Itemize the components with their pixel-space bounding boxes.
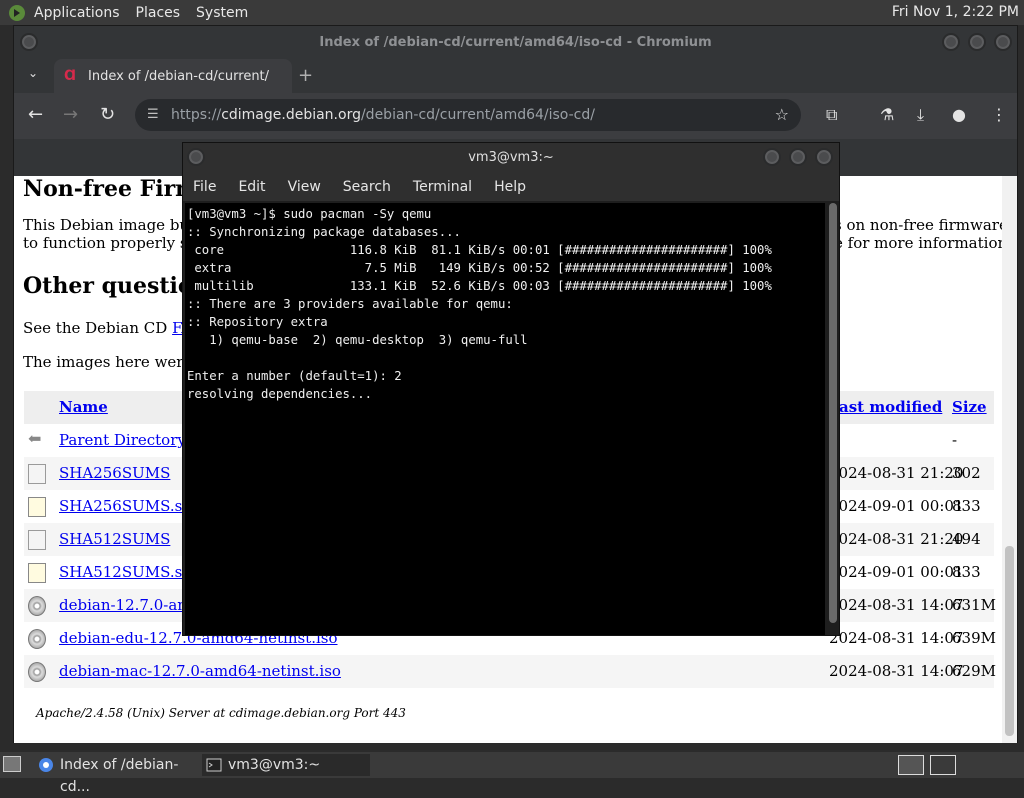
menu-search[interactable]: Search xyxy=(343,179,391,195)
url-host: cdimage.debian.org xyxy=(221,107,361,123)
kebab-menu-icon[interactable]: ⋮ xyxy=(991,105,1007,124)
taskbar-item-label: vm3@vm3:~ xyxy=(228,757,321,773)
minimize-button[interactable] xyxy=(942,33,960,51)
terminal-line: core 116.8 KiB 81.1 KiB/s 00:01 [#######… xyxy=(187,243,772,257)
disc-image-icon xyxy=(28,629,46,649)
terminal-close-button[interactable] xyxy=(815,148,833,166)
debian-favicon-icon: Ɑ xyxy=(64,68,77,84)
bottom-panel: Index of /debian-cd... vm3@vm3:~ xyxy=(0,752,1024,795)
menu-file[interactable]: File xyxy=(193,179,216,195)
top-panel: Applications Places System Fri Nov 1, 2:… xyxy=(0,0,1024,25)
terminal-line: 1) qemu-base 2) qemu-desktop 3) qemu-ful… xyxy=(187,333,528,347)
terminal-line: extra 7.5 MiB 149 KiB/s 00:52 [#########… xyxy=(187,261,772,275)
terminal-scrollbar-thumb[interactable] xyxy=(829,203,837,623)
terminal-menubar: File Edit View Search Terminal Help xyxy=(183,173,839,201)
terminal-titlebar[interactable]: vm3@vm3:~ xyxy=(183,143,839,173)
taskbar-item-browser[interactable]: Index of /debian-cd... xyxy=(34,754,202,795)
firmware-text-line1-right: s on non-free firmware xyxy=(834,216,1008,234)
see-debian-cd-text: See the Debian CD xyxy=(23,319,173,337)
menu-help[interactable]: Help xyxy=(494,179,526,195)
terminal-scrollbar[interactable] xyxy=(827,203,839,635)
labs-flask-icon[interactable]: ⚗ xyxy=(880,105,894,124)
terminal-minimize-button[interactable] xyxy=(763,148,781,166)
terminal-line: [vm3@vm3 ~]$ sudo pacman -Sy qemu xyxy=(187,207,432,221)
chromium-icon xyxy=(39,758,53,772)
terminal-line: :: Synchronizing package databases... xyxy=(187,225,461,239)
disc-image-icon xyxy=(28,662,46,682)
window-menu-button[interactable] xyxy=(20,33,38,51)
text-file-icon xyxy=(28,530,46,550)
address-bar[interactable]: ☰ https://cdimage.debian.org/debian-cd/c… xyxy=(135,99,801,131)
file-link[interactable]: SHA256SUMS xyxy=(59,464,170,482)
bookmark-star-icon[interactable]: ☆ xyxy=(775,99,789,131)
places-menu[interactable]: Places xyxy=(136,5,181,21)
menu-edit[interactable]: Edit xyxy=(238,179,265,195)
show-desktop-icon[interactable] xyxy=(3,756,21,772)
terminal-line: resolving dependencies... xyxy=(187,387,373,401)
terminal-window: vm3@vm3:~ File Edit View Search Terminal… xyxy=(182,142,840,636)
forward-arrow-icon[interactable]: → xyxy=(63,104,78,125)
firmware-text-line1: This Debian image build xyxy=(23,216,209,234)
menu-view[interactable]: View xyxy=(288,179,321,195)
terminal-line: multilib 133.1 KiB 52.6 KiB/s 00:03 [###… xyxy=(187,279,772,293)
back-arrow-icon: ⬅ xyxy=(28,429,42,448)
text-file-icon xyxy=(28,464,46,484)
close-button[interactable] xyxy=(994,33,1012,51)
tab-title: Index of /debian-cd/current/ xyxy=(88,68,270,84)
back-arrow-icon[interactable]: ← xyxy=(28,104,43,125)
terminal-line: :: There are 3 providers available for q… xyxy=(187,297,513,311)
applications-menu[interactable]: Applications xyxy=(34,5,120,21)
downloads-icon[interactable]: ⤓ xyxy=(917,105,924,125)
see-faq-text: See the Debian CD FAQ xyxy=(23,319,204,337)
listing-row: debian-mac-12.7.0-amd64-netinst.iso 2024… xyxy=(24,655,996,688)
last-modified-column-link[interactable]: ast modified xyxy=(839,398,942,416)
profile-avatar-icon[interactable]: ● xyxy=(952,105,966,124)
file-link[interactable]: debian-mac-12.7.0-amd64-netinst.iso xyxy=(59,662,341,680)
terminal-window-menu-button[interactable] xyxy=(187,148,205,166)
tab-search-chevron-icon[interactable]: ⌄ xyxy=(28,66,38,80)
page-scrollbar-thumb[interactable] xyxy=(1005,546,1014,736)
workspace-2[interactable] xyxy=(930,755,956,775)
terminal-line: :: Repository extra xyxy=(187,315,328,329)
file-link[interactable]: SHA512SUMS xyxy=(59,530,170,548)
url-path: /debian-cd/current/amd64/iso-cd/ xyxy=(360,107,595,123)
page-scrollbar[interactable] xyxy=(1002,176,1017,743)
url-scheme: https:// xyxy=(171,107,222,123)
clock[interactable]: Fri Nov 1, 2:22 PM xyxy=(892,4,1019,20)
terminal-maximize-button[interactable] xyxy=(789,148,807,166)
tab-strip: ⌄ Ɑ Index of /debian-cd/current/ + xyxy=(14,59,1017,93)
maximize-button[interactable] xyxy=(968,33,986,51)
terminal-title: vm3@vm3:~ xyxy=(468,150,554,165)
gnome-foot-icon[interactable] xyxy=(8,4,26,22)
size-column-link[interactable]: Size xyxy=(952,398,987,416)
signature-file-icon xyxy=(28,563,46,583)
browser-window-title: Index of /debian-cd/current/amd64/iso-cd… xyxy=(319,35,712,50)
browser-titlebar[interactable]: Index of /debian-cd/current/amd64/iso-cd… xyxy=(14,26,1017,59)
server-address: Apache/2.4.58 (Unix) Server at cdimage.d… xyxy=(36,706,406,720)
menu-terminal[interactable]: Terminal xyxy=(413,179,472,195)
reload-icon[interactable]: ↻ xyxy=(100,104,115,125)
browser-toolbar: ← → ↻ ☰ https://cdimage.debian.org/debia… xyxy=(14,93,1017,139)
firmware-text-line2-right: e for more information. xyxy=(834,234,1012,252)
site-info-icon[interactable]: ☰ xyxy=(147,99,159,131)
tab-debian-index[interactable]: Ɑ Index of /debian-cd/current/ xyxy=(54,59,292,93)
signature-file-icon xyxy=(28,497,46,517)
parent-directory-link[interactable]: Parent Directory xyxy=(59,431,186,449)
taskbar-item-terminal[interactable]: vm3@vm3:~ xyxy=(202,754,370,776)
name-column-link[interactable]: Name xyxy=(59,398,108,416)
new-tab-plus-icon[interactable]: + xyxy=(298,65,313,86)
disc-image-icon xyxy=(28,596,46,616)
terminal-line: Enter a number (default=1): 2 xyxy=(187,369,402,383)
taskbar-item-label: Index of /debian-cd... xyxy=(60,757,179,795)
extensions-puzzle-icon[interactable]: ⧉ xyxy=(826,105,837,125)
terminal-icon xyxy=(206,758,222,772)
system-menu[interactable]: System xyxy=(196,5,248,21)
terminal-screen[interactable]: [vm3@vm3 ~]$ sudo pacman -Sy qemu:: Sync… xyxy=(185,203,825,635)
workspace-1[interactable] xyxy=(898,755,924,775)
